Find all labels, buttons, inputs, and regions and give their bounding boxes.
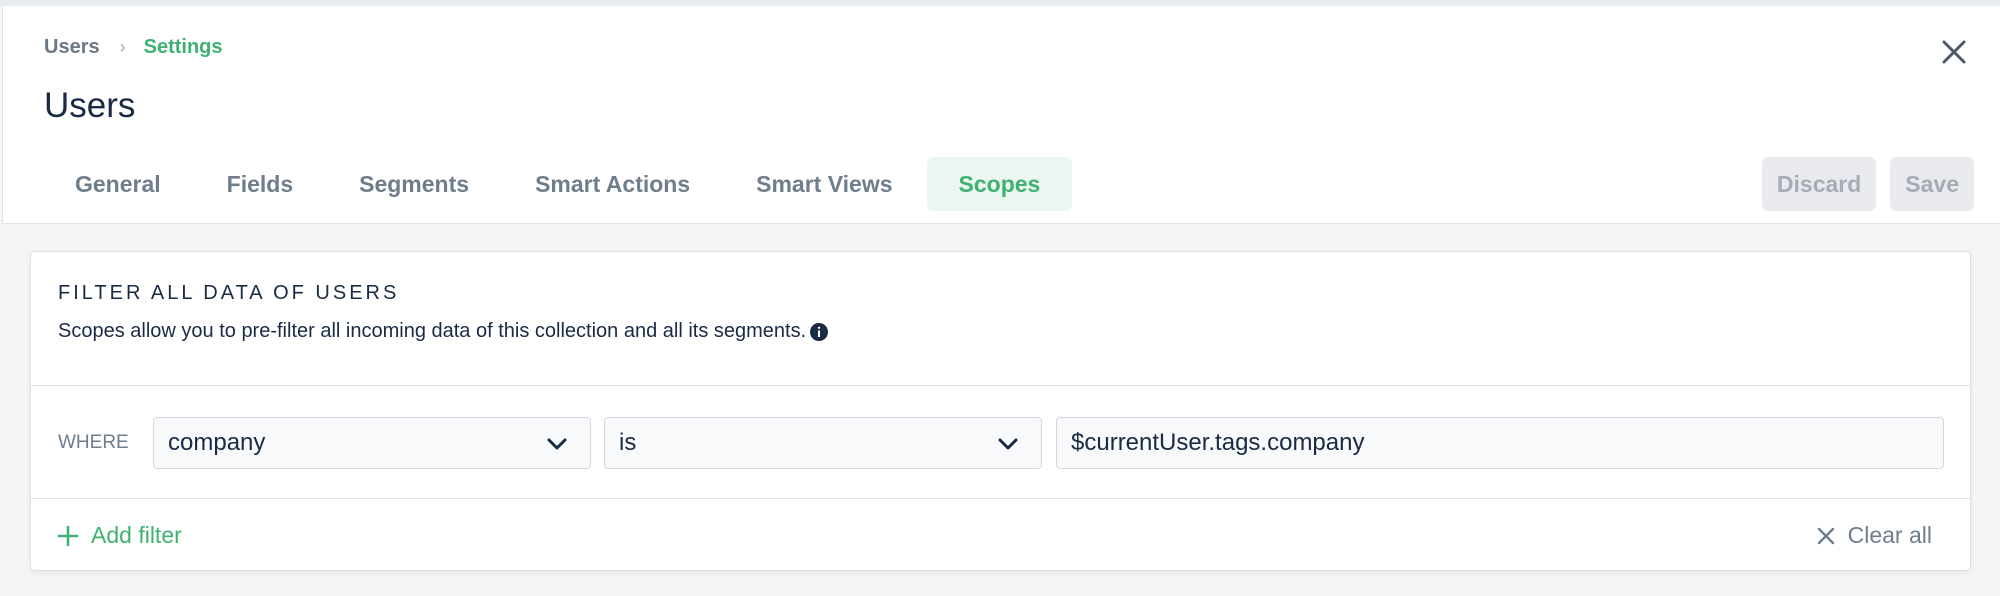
chevron-down-icon: [998, 438, 1018, 450]
add-filter-button[interactable]: Add filter: [57, 522, 182, 549]
clear-all-button[interactable]: Clear all: [1816, 522, 1932, 549]
scope-card-header: FILTER ALL DATA OF USERS Scopes allow yo…: [31, 252, 1970, 386]
discard-button[interactable]: Discard: [1761, 157, 1877, 211]
filter-row: WHERE company is $currentUser.tags.compa…: [31, 386, 1970, 499]
chevron-down-icon: [547, 438, 567, 450]
scope-card-description: Scopes allow you to pre-filter all incom…: [58, 320, 829, 343]
tab-general[interactable]: General: [43, 157, 193, 211]
operator-select[interactable]: is: [604, 417, 1042, 469]
close-icon: [1942, 40, 1966, 64]
action-buttons: Discard Save: [1761, 157, 1974, 211]
page-title: Users: [44, 86, 136, 125]
breadcrumb: Users › Settings: [44, 36, 223, 59]
tab-scopes[interactable]: Scopes: [926, 157, 1073, 211]
add-filter-label: Add filter: [91, 522, 182, 548]
field-select-value: company: [168, 429, 266, 456]
save-button[interactable]: Save: [1890, 157, 1974, 211]
scope-card-title: FILTER ALL DATA OF USERS: [58, 282, 400, 304]
close-button[interactable]: [1938, 36, 1970, 68]
scope-card-footer: Add filter Clear all: [31, 499, 1970, 570]
plus-icon: [57, 525, 79, 546]
where-label: WHERE: [58, 432, 129, 453]
tab-smart-actions[interactable]: Smart Actions: [503, 157, 722, 211]
clear-all-label: Clear all: [1847, 522, 1932, 548]
breadcrumb-users-link[interactable]: Users: [44, 36, 100, 59]
field-select[interactable]: company: [153, 417, 591, 469]
filter-value-input[interactable]: $currentUser.tags.company: [1056, 417, 1944, 469]
x-icon: [1817, 527, 1834, 544]
scope-card: FILTER ALL DATA OF USERS Scopes allow yo…: [30, 251, 1971, 571]
breadcrumb-settings: Settings: [143, 36, 223, 58]
info-icon[interactable]: [809, 322, 829, 342]
breadcrumb-separator: ›: [119, 37, 126, 57]
tab-smart-views[interactable]: Smart Views: [724, 157, 924, 211]
scope-description-text: Scopes allow you to pre-filter all incom…: [58, 320, 807, 342]
tab-bar: General Fields Segments Smart Actions Sm…: [43, 157, 1074, 211]
operator-select-value: is: [619, 429, 637, 456]
tab-segments[interactable]: Segments: [327, 157, 501, 211]
tab-fields[interactable]: Fields: [195, 157, 325, 211]
header-panel: Users › Settings Users General Fields Se…: [2, 6, 2000, 224]
